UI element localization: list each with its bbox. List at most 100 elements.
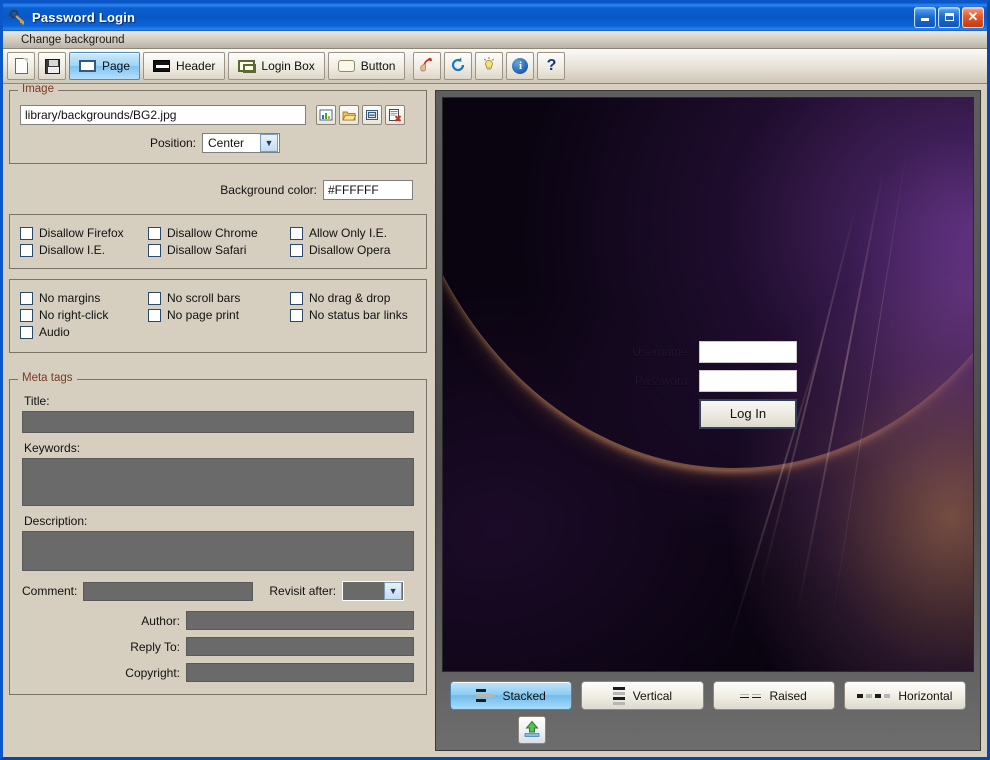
image-library-button[interactable] bbox=[316, 105, 336, 125]
toolbar-separator bbox=[408, 53, 410, 79]
application-window: Password Login ✕ Change background Page bbox=[0, 0, 990, 760]
layout-horizontal-label: Horizontal bbox=[898, 689, 952, 703]
checkbox-label: No scroll bars bbox=[167, 291, 240, 305]
remove-image-button[interactable] bbox=[385, 105, 405, 125]
minimize-button[interactable] bbox=[914, 7, 936, 28]
background-color-label: Background color: bbox=[220, 183, 317, 197]
image-path-input[interactable]: library/backgrounds/BG2.jpg bbox=[20, 105, 306, 125]
checkbox-no-scroll-bars[interactable]: No scroll bars bbox=[148, 291, 290, 305]
close-button[interactable]: ✕ bbox=[962, 7, 984, 28]
key-icon bbox=[9, 8, 27, 26]
checkbox-label: No page print bbox=[167, 308, 239, 322]
minimize-icon bbox=[921, 18, 929, 21]
background-color-input[interactable]: #FFFFFF bbox=[323, 180, 413, 200]
checkbox-icon bbox=[20, 227, 33, 240]
checkbox-icon bbox=[20, 292, 33, 305]
maximize-button[interactable] bbox=[938, 7, 960, 28]
meta-reply-to-label: Reply To: bbox=[130, 640, 180, 654]
browser-options-group: Disallow Firefox Disallow I.E. Disallow … bbox=[9, 214, 427, 269]
browse-image-button[interactable] bbox=[339, 105, 359, 125]
checkbox-label: Audio bbox=[39, 325, 70, 339]
checkbox-no-margins[interactable]: No margins bbox=[20, 291, 148, 305]
checkbox-allow-only-ie[interactable]: Allow Only I.E. bbox=[290, 226, 390, 240]
tab-login-box-label: Login Box bbox=[261, 59, 314, 73]
vertical-layout-icon bbox=[613, 687, 625, 705]
refresh-button[interactable] bbox=[444, 52, 472, 80]
checkbox-label: No right-click bbox=[39, 308, 108, 322]
tips-button[interactable] bbox=[475, 52, 503, 80]
checkbox-label: No drag & drop bbox=[309, 291, 390, 305]
checkbox-disallow-opera[interactable]: Disallow Opera bbox=[290, 243, 390, 257]
info-icon: i bbox=[512, 58, 528, 74]
tab-button[interactable]: Button bbox=[328, 52, 406, 80]
password-input[interactable] bbox=[699, 370, 797, 392]
horizontal-layout-icon bbox=[857, 694, 890, 698]
position-select[interactable]: Center ▼ bbox=[202, 133, 280, 153]
layout-stacked-label: Stacked bbox=[502, 689, 545, 703]
upload-row bbox=[442, 710, 974, 744]
login-form: Username: Password: Log In bbox=[619, 341, 797, 429]
tab-header[interactable]: Header bbox=[143, 52, 225, 80]
refresh-icon bbox=[449, 56, 467, 77]
layout-button-bar: Stacked Vertical bbox=[442, 672, 974, 710]
upload-button[interactable] bbox=[518, 716, 546, 744]
image-group-legend: Image bbox=[18, 84, 58, 95]
lightbulb-icon bbox=[480, 56, 498, 76]
resize-image-button[interactable] bbox=[362, 105, 382, 125]
login-button[interactable]: Log In bbox=[699, 399, 797, 429]
meta-comment-input[interactable] bbox=[83, 582, 253, 601]
checkbox-disallow-safari[interactable]: Disallow Safari bbox=[148, 243, 290, 257]
meta-title-label: Title: bbox=[24, 394, 414, 408]
checkbox-no-status-bar-links[interactable]: No status bar links bbox=[290, 308, 408, 322]
checkbox-disallow-firefox[interactable]: Disallow Firefox bbox=[20, 226, 148, 240]
checkbox-no-drag-drop[interactable]: No drag & drop bbox=[290, 291, 408, 305]
checkbox-label: Disallow I.E. bbox=[39, 243, 105, 257]
username-input[interactable] bbox=[699, 341, 797, 363]
position-value: Center bbox=[208, 136, 244, 150]
meta-keywords-input[interactable] bbox=[22, 458, 414, 506]
meta-author-input[interactable] bbox=[186, 611, 414, 630]
meta-copyright-input[interactable] bbox=[186, 663, 414, 682]
page-options-group: No margins No right-click Audio bbox=[9, 279, 427, 353]
meta-revisit-select[interactable]: ▼ bbox=[342, 581, 404, 601]
checkbox-disallow-chrome[interactable]: Disallow Chrome bbox=[148, 226, 290, 240]
checkbox-label: Disallow Opera bbox=[309, 243, 390, 257]
layout-horizontal-button[interactable]: Horizontal bbox=[844, 681, 966, 710]
reminder-button[interactable] bbox=[413, 52, 441, 80]
username-row: Username: bbox=[619, 341, 797, 363]
checkbox-icon bbox=[290, 292, 303, 305]
main-body: Image library/backgrounds/BG2.jpg bbox=[3, 84, 987, 757]
button-icon bbox=[338, 60, 355, 72]
meta-description-input[interactable] bbox=[22, 531, 414, 571]
checkbox-no-page-print[interactable]: No page print bbox=[148, 308, 290, 322]
meta-description-label: Description: bbox=[24, 514, 414, 528]
save-button[interactable] bbox=[38, 52, 66, 80]
layout-raised-button[interactable]: Raised bbox=[713, 681, 835, 710]
stacked-layout-icon bbox=[476, 689, 494, 702]
new-document-icon bbox=[15, 58, 28, 74]
new-document-button[interactable] bbox=[7, 52, 35, 80]
checkbox-icon bbox=[148, 227, 161, 240]
meta-revisit-label: Revisit after: bbox=[269, 584, 336, 598]
checkbox-label: Disallow Chrome bbox=[167, 226, 258, 240]
page-preview[interactable]: Username: Password: Log In bbox=[442, 97, 974, 672]
meta-tags-group: Meta tags Title: Keywords: Description: … bbox=[9, 379, 427, 695]
meta-reply-to-input[interactable] bbox=[186, 637, 414, 656]
checkbox-audio[interactable]: Audio bbox=[20, 325, 148, 339]
layout-stacked-button[interactable]: Stacked bbox=[450, 681, 572, 710]
checkbox-no-right-click[interactable]: No right-click bbox=[20, 308, 148, 322]
tab-button-label: Button bbox=[361, 59, 396, 73]
checkbox-disallow-ie[interactable]: Disallow I.E. bbox=[20, 243, 148, 257]
info-button[interactable]: i bbox=[506, 52, 534, 80]
checkbox-label: No status bar links bbox=[309, 308, 408, 322]
preview-background-glow-lower bbox=[729, 258, 974, 672]
tab-page[interactable]: Page bbox=[69, 52, 140, 80]
meta-keywords-label: Keywords: bbox=[24, 441, 414, 455]
layout-vertical-button[interactable]: Vertical bbox=[581, 681, 703, 710]
meta-tags-legend: Meta tags bbox=[18, 372, 77, 384]
tab-login-box[interactable]: Login Box bbox=[228, 52, 324, 80]
layout-raised-label: Raised bbox=[769, 689, 806, 703]
menu-change-background[interactable]: Change background bbox=[17, 34, 129, 46]
help-button[interactable]: ? bbox=[537, 52, 565, 80]
meta-title-input[interactable] bbox=[22, 411, 414, 433]
